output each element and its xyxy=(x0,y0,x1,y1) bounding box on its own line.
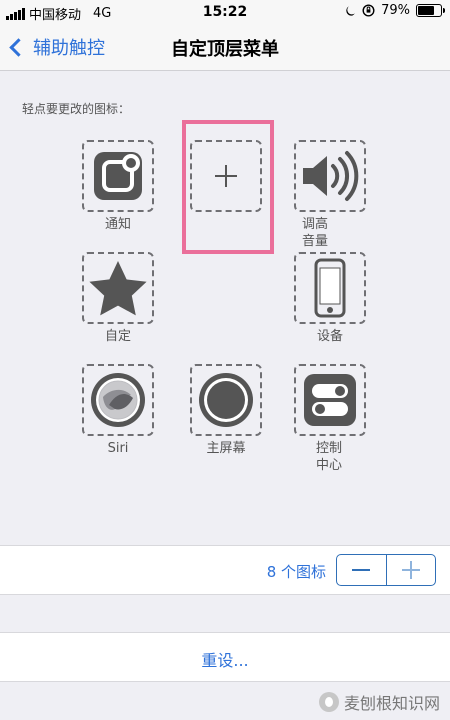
tile-control-center[interactable]: 控制 中心 xyxy=(294,364,366,474)
orientation-lock-icon xyxy=(362,4,375,17)
tile-device-box[interactable] xyxy=(294,252,366,324)
reset-row[interactable]: 重设... xyxy=(0,632,450,682)
moon-icon xyxy=(346,5,355,16)
increase-button[interactable] xyxy=(385,555,436,585)
device-icon xyxy=(314,258,346,318)
section-hint: 轻点要更改的图标： xyxy=(22,102,131,116)
tile-custom-box[interactable] xyxy=(82,252,154,324)
tile-control-center-label: 控制 中心 xyxy=(316,441,343,473)
tile-custom-label: 自定 xyxy=(104,329,131,344)
tile-siri[interactable]: Siri xyxy=(82,364,154,457)
watermark-logo-icon xyxy=(318,692,339,712)
tile-device[interactable]: 设备 xyxy=(294,252,366,345)
tile-control-center-box[interactable] xyxy=(294,364,366,436)
status-bar: 中国移动 4G 15:22 79% xyxy=(0,0,450,24)
chevron-left-icon xyxy=(9,38,28,57)
back-label: 辅助触控 xyxy=(33,38,105,59)
tile-home-box[interactable] xyxy=(190,364,262,436)
battery-icon xyxy=(416,4,445,17)
star-icon xyxy=(89,261,147,316)
tile-custom[interactable]: 自定 xyxy=(82,252,154,345)
tile-device-label: 设备 xyxy=(316,329,343,344)
tile-notification[interactable]: 通知 xyxy=(82,140,154,233)
volume-up-icon xyxy=(303,151,359,201)
icon-count-label: 8 个图标 xyxy=(266,563,326,581)
tile-volume-up-box[interactable] xyxy=(294,140,366,212)
decrease-button[interactable] xyxy=(337,555,386,585)
carrier-label: 中国移动 xyxy=(29,8,82,23)
highlight-frame xyxy=(182,120,274,254)
back-button[interactable]: 辅助触控 xyxy=(9,34,105,60)
control-center-icon xyxy=(304,374,356,426)
tile-notification-box[interactable] xyxy=(82,140,154,212)
siri-icon xyxy=(91,373,145,427)
icon-count-panel: 8 个图标 xyxy=(0,545,450,595)
plus-icon xyxy=(401,561,420,579)
signal-icon xyxy=(6,7,25,20)
watermark-text: 麦刨根知识网 xyxy=(343,694,440,713)
icon-count-stepper[interactable] xyxy=(336,554,436,586)
navigation-bar: 辅助触控 自定顶层菜单 xyxy=(0,24,450,71)
reset-button[interactable]: 重设... xyxy=(201,647,248,671)
battery-percent: 79% xyxy=(381,3,410,18)
tile-volume-up-label: 调高 音量 xyxy=(302,217,329,249)
network-label: 4G xyxy=(93,6,112,21)
tile-home[interactable]: 主屏幕 xyxy=(190,364,262,457)
tile-siri-label: Siri xyxy=(107,441,129,456)
tile-home-label: 主屏幕 xyxy=(206,441,246,456)
tile-notification-label: 通知 xyxy=(104,217,131,232)
watermark: 麦刨根知识网 xyxy=(318,690,440,714)
tile-siri-box[interactable] xyxy=(82,364,154,436)
tile-volume-up[interactable]: 调高 音量 xyxy=(294,140,366,250)
notification-icon xyxy=(94,152,142,200)
home-icon xyxy=(199,373,253,427)
status-right: 79% xyxy=(344,3,445,18)
status-left: 中国移动 4G xyxy=(6,4,111,23)
minus-icon xyxy=(352,569,371,571)
